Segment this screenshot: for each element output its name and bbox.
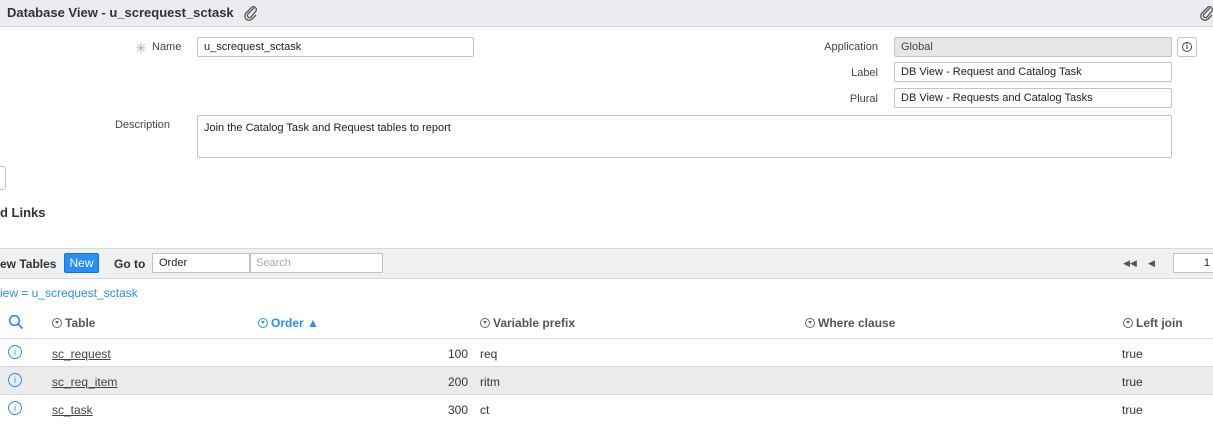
breadcrumb[interactable]: iew = u_screquest_sctask (0, 286, 138, 300)
order-cell: 100 (447, 347, 468, 361)
prev-page-icon[interactable]: ◀ (1148, 258, 1155, 269)
label-label: Label (851, 67, 878, 79)
info-icon: i (1182, 42, 1192, 52)
paperclip-icon[interactable] (243, 5, 259, 21)
related-links-title: d Links (0, 205, 46, 220)
table-cell-link[interactable]: sc_request (52, 347, 111, 361)
update-button[interactable] (0, 166, 6, 190)
order-cell: 200 (447, 375, 468, 389)
info-icon[interactable]: i (8, 401, 22, 415)
search-icon[interactable] (8, 314, 24, 333)
name-label: Name (152, 41, 182, 53)
column-menu-icon[interactable] (258, 318, 268, 328)
required-asterisk-icon: ✳ (135, 40, 147, 56)
label-input[interactable]: DB View - Request and Catalog Task (894, 62, 1172, 82)
column-header-table[interactable]: Table (52, 316, 95, 330)
application-label: Application (824, 41, 878, 53)
column-header-where-clause[interactable]: Where clause (805, 316, 895, 330)
column-menu-icon[interactable] (1123, 318, 1133, 328)
column-menu-icon[interactable] (805, 318, 815, 328)
application-info-button[interactable]: i (1177, 37, 1197, 57)
new-button[interactable]: New (64, 253, 99, 273)
page-number-input[interactable]: 1 (1173, 253, 1213, 273)
column-menu-icon[interactable] (480, 318, 490, 328)
info-icon[interactable]: i (8, 345, 22, 359)
column-menu-icon[interactable] (52, 318, 62, 328)
goto-field-select[interactable]: Order (152, 253, 250, 273)
left-join-cell: true (1122, 347, 1143, 361)
left-join-cell: true (1122, 403, 1143, 417)
application-field: Global (894, 37, 1172, 57)
goto-label: Go to (114, 257, 146, 271)
column-header-variable-prefix[interactable]: Variable prefix (480, 316, 575, 330)
plural-label: Plural (849, 93, 878, 105)
left-join-cell: true (1122, 375, 1143, 389)
prefix-cell: ritm (480, 375, 500, 389)
description-textarea[interactable]: Join the Catalog Task and Request tables… (197, 115, 1172, 158)
form-header: Database View - u_screquest_sctask (0, 0, 1213, 27)
table-cell-link[interactable]: sc_task (52, 403, 93, 417)
paperclip-icon[interactable] (1199, 5, 1213, 21)
info-icon[interactable]: i (8, 373, 22, 387)
order-cell: 300 (447, 403, 468, 417)
name-input[interactable]: u_screquest_sctask (197, 37, 474, 57)
list-title: ew Tables (0, 257, 57, 271)
prefix-cell: req (480, 347, 498, 361)
plural-input[interactable]: DB View - Requests and Catalog Tasks (894, 88, 1172, 108)
first-page-icon[interactable]: ◀◀ (1123, 258, 1137, 269)
list-toolbar: ew Tables New Go to Order Search ◀◀ ◀ 1 (0, 248, 1213, 279)
page-title: Database View - u_screquest_sctask (7, 5, 234, 20)
description-label: Description (114, 119, 170, 131)
table-row: i sc_request 100 req true (0, 338, 1213, 367)
search-input[interactable]: Search (250, 253, 383, 273)
column-header-order[interactable]: Order ▲ (258, 316, 319, 330)
prefix-cell: ct (480, 403, 490, 417)
table-row: i sc_req_item 200 ritm true (0, 366, 1213, 395)
column-header-left-join[interactable]: Left join (1123, 316, 1183, 330)
table-row: i sc_task 300 ct true (0, 394, 1213, 423)
table-cell-link[interactable]: sc_req_item (52, 375, 117, 389)
